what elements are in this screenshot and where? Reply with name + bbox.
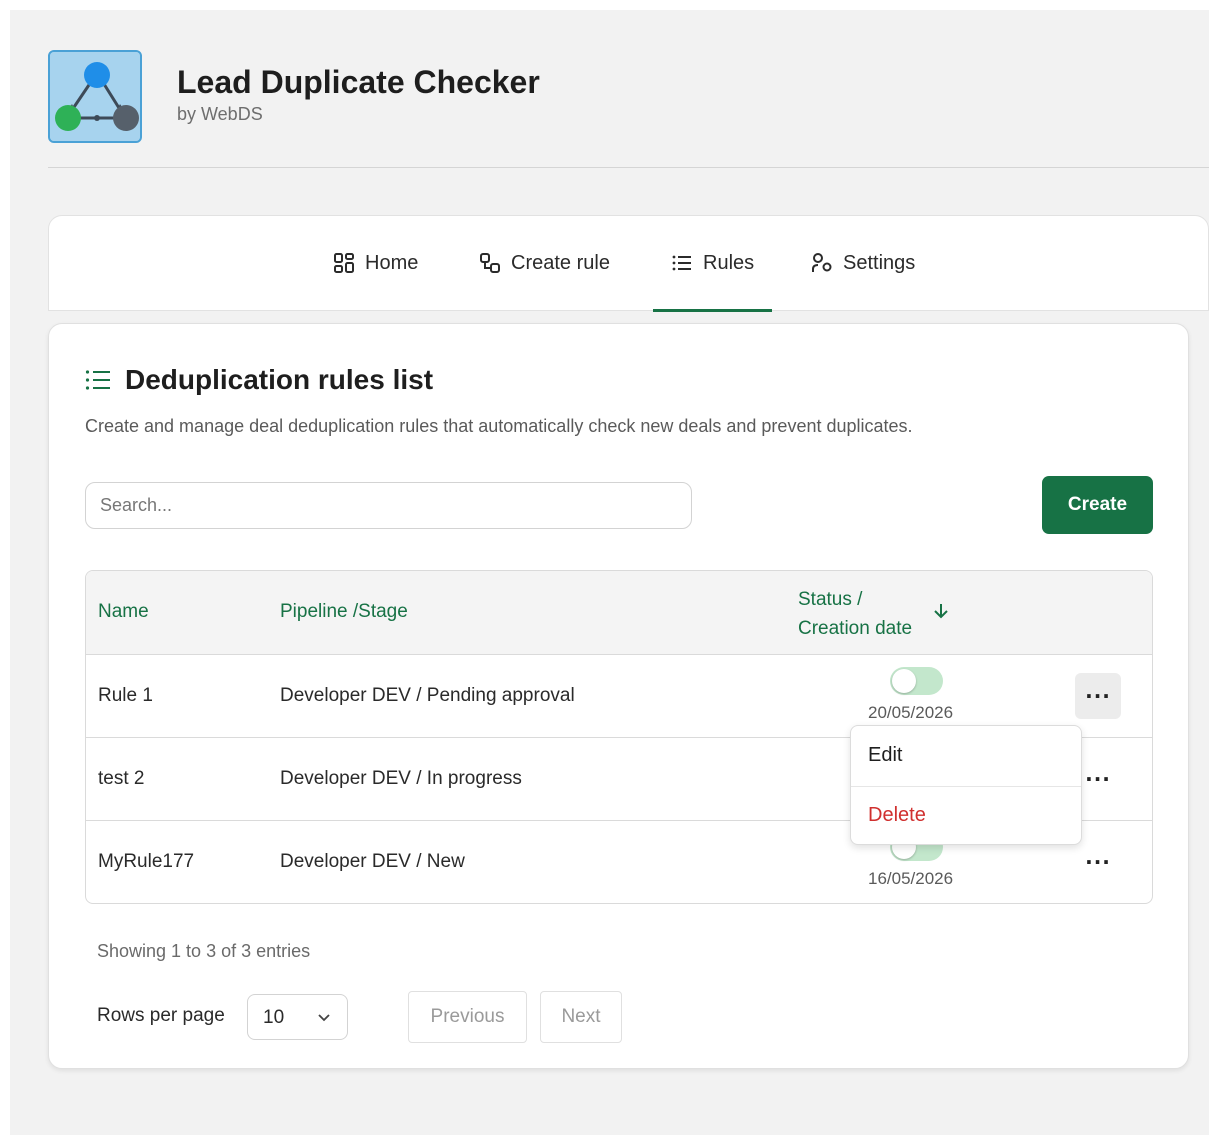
app-logo	[48, 50, 142, 143]
creation-date: 20/05/2026	[868, 703, 954, 722]
page-description: Create and manage deal deduplication rul…	[85, 416, 913, 436]
column-header-status-line2: Creation date	[798, 618, 913, 639]
column-header-status-line1: Status /	[798, 589, 863, 610]
chevron-down-icon	[318, 1014, 330, 1022]
next-button[interactable]: Next	[540, 991, 622, 1043]
rule-name: Rule 1	[98, 685, 153, 706]
menu-item-delete[interactable]: Delete	[868, 804, 926, 827]
column-header-status[interactable]: Status / Creation date	[798, 585, 912, 643]
search-input[interactable]	[85, 482, 692, 529]
column-header-pipeline[interactable]: Pipeline /Stage	[280, 601, 408, 623]
tab-create-rule-label: Create rule	[511, 251, 610, 274]
tab-create-rule[interactable]: Create rule	[479, 216, 610, 310]
user-settings-icon	[812, 253, 832, 272]
card-title-row: Deduplication rules list	[85, 364, 433, 396]
grid-icon	[334, 253, 354, 273]
app-header: Lead Duplicate Checker by WebDS	[48, 50, 1209, 168]
rule-name: test 2	[98, 768, 145, 789]
tab-home[interactable]: Home	[333, 216, 418, 310]
status-toggle[interactable]	[890, 667, 943, 695]
rules-card: Deduplication rules list Create and mana…	[48, 323, 1189, 1069]
network-triangle-logo-icon	[50, 52, 140, 141]
previous-button[interactable]: Previous	[408, 991, 527, 1043]
column-header-name[interactable]: Name	[98, 601, 149, 623]
creation-date: 16/05/2026	[868, 869, 954, 888]
menu-item-edit[interactable]: Edit	[868, 744, 902, 767]
create-button[interactable]: Create	[1042, 476, 1153, 534]
tab-settings[interactable]: Settings	[811, 216, 915, 310]
toggle-knob	[892, 669, 916, 693]
app-title: Lead Duplicate Checker	[177, 64, 540, 100]
rows-per-page-select[interactable]: 10	[247, 994, 348, 1040]
menu-divider	[851, 786, 1081, 787]
rule-pipeline: Developer DEV / New	[280, 851, 465, 872]
sort-arrow-down-icon[interactable]	[932, 602, 950, 620]
tab-rules[interactable]: Rules	[652, 216, 773, 312]
link-nodes-icon	[480, 253, 500, 273]
rule-pipeline: Developer DEV / In progress	[280, 768, 522, 789]
tab-home-label: Home	[365, 251, 419, 274]
row-menu-button[interactable]: ···	[1075, 839, 1121, 885]
rule-name: MyRule177	[98, 851, 195, 872]
rule-pipeline: Developer DEV / Pending approval	[280, 685, 575, 706]
row-action-menu: Edit Delete	[850, 725, 1082, 845]
app-subtitle: by WebDS	[177, 104, 263, 124]
list-icon	[85, 370, 110, 390]
tab-rules-label: Rules	[703, 251, 755, 274]
rows-per-page-value: 10	[263, 1007, 285, 1028]
main-nav: Home Create rule Rules Settings	[48, 215, 1209, 312]
app-canvas: Lead Duplicate Checker by WebDS Home Cre…	[10, 10, 1209, 1135]
list-icon	[672, 255, 691, 271]
table-header: Name Pipeline /Stage Status / Creation d…	[86, 571, 1152, 655]
tab-settings-label: Settings	[843, 251, 916, 274]
page-title: Deduplication rules list	[125, 364, 434, 395]
entries-info: Showing 1 to 3 of 3 entries	[97, 941, 311, 961]
rows-per-page-label: Rows per page	[97, 1005, 225, 1026]
row-menu-button[interactable]: ···	[1075, 673, 1121, 719]
